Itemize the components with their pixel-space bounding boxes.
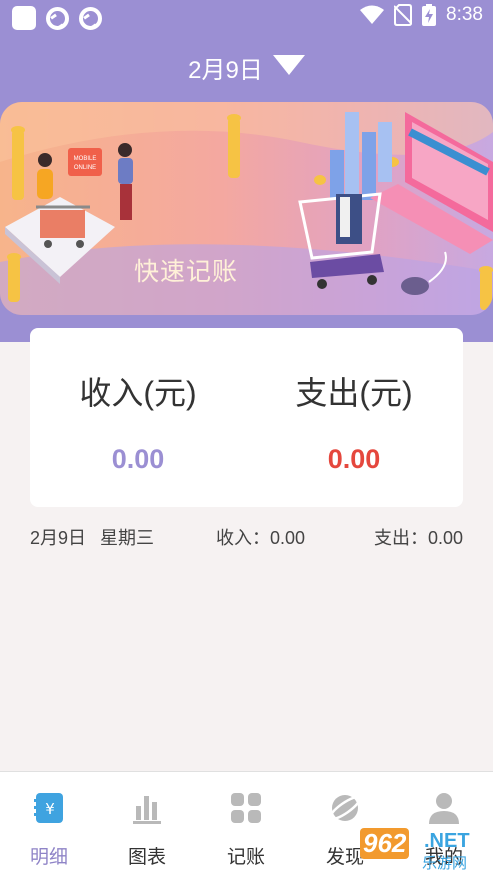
tab-label: 明细 [29, 846, 68, 868]
grid-icon [228, 790, 264, 826]
sync-icon [46, 6, 69, 30]
day-expense: 支出：0.00 [373, 528, 463, 548]
day-date: 2月9日 [30, 528, 87, 548]
dropdown-triangle-icon [272, 55, 305, 75]
banner-sign-line-1: MOBILE [74, 156, 97, 162]
income-value: 0.00 [111, 444, 165, 474]
day-weekday: 星期三 [100, 528, 154, 548]
wifi-icon [360, 5, 385, 24]
income-label: 收入(元) [79, 375, 197, 411]
no-sim-icon [394, 4, 413, 26]
banner-caption: 快速记账 [134, 257, 239, 286]
day-summary-row[interactable]: 2月9日 星期三 收入：0.00 支出：0.00 [30, 524, 463, 548]
planet-icon [327, 790, 363, 826]
income-summary: 收入(元) 0.00 [30, 368, 246, 475]
date-label: 2月9日 [188, 57, 263, 84]
tab-charts[interactable]: 图表 [98, 790, 196, 869]
app-notification-icon [12, 6, 36, 30]
svg-text:¥: ¥ [45, 800, 55, 818]
summary-card: 收入(元) 0.00 支出(元) 0.00 [30, 328, 463, 507]
banner-illustration: MOBILE ONLINE [0, 102, 493, 315]
notification-icons [12, 6, 102, 30]
tab-label: 图表 [127, 846, 166, 868]
bar-chart-icon [129, 790, 165, 826]
watermark-brand: 962 [360, 828, 410, 859]
watermark-suffix: .NET [424, 830, 470, 852]
status-bar: 8:38 [0, 0, 493, 36]
banner-sign-line-2: ONLINE [74, 165, 96, 171]
date-selector[interactable]: 2月9日 [0, 50, 493, 85]
expense-label: 支出(元) [295, 375, 413, 411]
person-icon [426, 790, 462, 826]
watermark: 962 .NET 乐游网 [356, 826, 488, 872]
clock: 8:38 [446, 4, 483, 25]
day-income: 收入：0.00 [216, 528, 306, 548]
sync-icon [79, 6, 102, 30]
expense-summary: 支出(元) 0.00 [246, 368, 462, 475]
notebook-yuan-icon: ¥ [31, 790, 67, 826]
tab-bookkeeping[interactable]: 记账 [197, 790, 295, 869]
system-icons: 8:38 [360, 4, 483, 26]
expense-value: 0.00 [327, 444, 381, 474]
tab-details[interactable]: ¥ 明细 [0, 790, 98, 869]
tab-label: 记账 [226, 846, 265, 868]
battery-charging-icon [422, 4, 437, 26]
watermark-sub: 乐游网 [422, 854, 468, 872]
banner[interactable]: MOBILE ONLINE 快速记账 [0, 102, 493, 315]
